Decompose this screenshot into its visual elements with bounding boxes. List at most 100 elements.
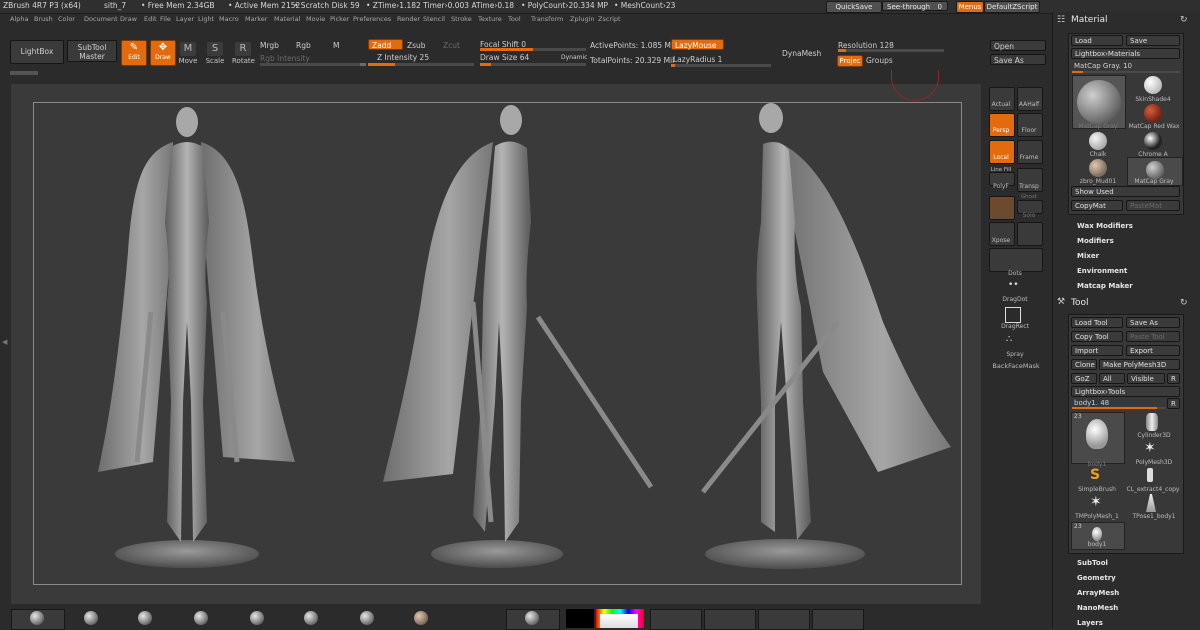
menu-file[interactable]: File [160,15,171,23]
brush-ball-icon-3[interactable] [138,611,152,625]
menus-button[interactable]: Menus [956,1,984,13]
modifiers-item[interactable]: Modifiers [1077,237,1114,245]
tmpolymesh-star-icon[interactable]: ✶ [1090,494,1102,510]
menu-render[interactable]: Render [397,15,420,23]
zcut-button[interactable]: Zcut [443,41,460,50]
scale-button[interactable]: S Scale [204,42,226,65]
camera-icon[interactable] [1017,222,1043,246]
material-refresh-icon[interactable]: ↻ [1180,15,1188,25]
rgb-intensity-slider[interactable] [260,63,366,66]
goz-all-button[interactable]: All [1099,373,1125,384]
material-ball-icon[interactable] [414,611,428,625]
menu-movie[interactable]: Movie [306,15,325,23]
simplebrush-icon[interactable]: S [1090,467,1100,483]
draw-size-label[interactable]: Draw Size 64 [480,53,529,62]
menu-edit[interactable]: Edit [144,15,157,23]
mixer-item[interactable]: Mixer [1077,252,1099,260]
resolution-slider[interactable] [838,49,944,52]
lazy-radius-label[interactable]: LazyRadius 1 [673,55,722,64]
backfacemask-button[interactable]: BackFaceMask [986,362,1046,370]
material-save-button[interactable]: Save [1126,35,1180,46]
copymat-button[interactable]: CopyMat [1071,200,1123,211]
see-through-slider[interactable]: See-through 0 [882,1,948,11]
dynamesh-button[interactable]: DynaMesh [782,49,821,58]
m-button[interactable]: M [333,41,339,50]
dragdot-icon[interactable]: •• [1008,280,1019,290]
spray-icon[interactable]: ∴ [1006,334,1012,345]
goz-r-button[interactable]: R [1167,373,1180,384]
edit-button[interactable]: ✎ Edit [121,40,147,66]
body1-thumb[interactable]: 23 [1071,412,1125,464]
polymesh3d-star-icon[interactable]: ✶ [1144,440,1156,456]
chrome-icon[interactable] [1144,132,1162,150]
project-button[interactable]: Projec [837,55,863,67]
default-zscript-button[interactable]: DefaultZScript [984,1,1040,13]
shelf-scroll-handle[interactable] [10,71,38,75]
wax-modifiers-item[interactable]: Wax Modifiers [1077,222,1133,230]
geometry-item[interactable]: Geometry [1077,574,1116,582]
red-wax-icon[interactable] [1144,104,1162,122]
zadd-button[interactable]: Zadd [368,39,403,50]
main-color-swatch[interactable] [566,609,594,628]
nanomesh-item[interactable]: NanoMesh [1077,604,1118,612]
make-polymesh-button[interactable]: Make PolyMesh3D [1099,359,1180,370]
left-tray-toggle-icon[interactable]: ◀ [2,338,7,346]
subtool-master-button[interactable]: SubTool Master [67,40,117,62]
brush-ball-icon-6[interactable] [304,611,318,625]
skinshade4-icon[interactable] [1144,76,1162,94]
dragrect-icon[interactable] [1005,307,1021,323]
material-preview-thumb[interactable] [1072,75,1126,129]
lightbox-materials-button[interactable]: Lightbox›Materials [1071,48,1180,59]
chalk-icon[interactable] [1089,132,1107,150]
subtool-item[interactable]: SubTool [1077,559,1108,567]
brush-ball-icon-7[interactable] [360,611,374,625]
lightbox-tools-button[interactable]: Lightbox›Tools [1071,386,1180,397]
arraymesh-item[interactable]: ArrayMesh [1077,589,1119,597]
tool-title[interactable]: Tool [1071,298,1088,308]
goz-visible-button[interactable]: Visible [1127,373,1165,384]
material-title[interactable]: Material [1071,15,1108,25]
rotate-button[interactable]: R Rotate [232,42,255,65]
tool-save-as-button[interactable]: Save As [1126,317,1180,328]
stroke-slot[interactable] [758,609,810,630]
tool-refresh-icon[interactable]: ↻ [1180,298,1188,308]
copy-tool-button[interactable]: Copy Tool [1071,331,1123,342]
brush-ball-icon-5[interactable] [250,611,264,625]
dots-button[interactable] [989,248,1043,272]
draw-button[interactable]: ✥ Draw [150,40,176,66]
lazy-radius-slider[interactable] [671,64,771,67]
menu-texture[interactable]: Texture [478,15,502,23]
paste-tool-button[interactable]: Paste Tool [1126,331,1180,342]
zsub-button[interactable]: Zsub [407,41,426,50]
mrgb-button[interactable]: Mrgb [260,41,279,50]
pastemat-button[interactable]: PasteMat [1126,200,1180,211]
quicksave-button[interactable]: QuickSave [826,1,882,13]
cylinder3d-icon[interactable] [1146,413,1158,431]
brush-ball-icon-4[interactable] [194,611,208,625]
rgb-intensity-label[interactable]: Rgb Intensity [260,54,310,63]
menu-transform[interactable]: Transform [531,15,563,23]
z-intensity-label[interactable]: Z Intensity 25 [377,53,429,62]
material-index-slider[interactable] [1072,71,1180,73]
menu-stroke[interactable]: Stroke [451,15,472,23]
menu-material[interactable]: Material [274,15,300,23]
save-as-button[interactable]: Save As [990,54,1046,65]
lazymouse-button[interactable]: LazyMouse [671,39,724,50]
layers-item[interactable]: Layers [1077,619,1103,627]
menu-tool[interactable]: Tool [508,15,521,23]
menu-alpha[interactable]: Alpha [10,15,28,23]
menu-color[interactable]: Color [58,15,75,23]
z-intensity-slider[interactable] [368,63,474,66]
open-button[interactable]: Open [990,40,1046,51]
tool-index-slider[interactable] [1072,407,1166,409]
draw-size-slider[interactable] [480,63,586,66]
alpha-slot[interactable] [650,609,702,630]
dynamic-button[interactable]: Dynamic [561,54,587,61]
ghost-button[interactable] [989,196,1015,220]
menu-layer[interactable]: Layer [176,15,194,23]
matcap-maker-item[interactable]: Matcap Maker [1077,282,1133,290]
color-picker[interactable] [596,609,644,628]
goz-button[interactable]: GoZ [1071,373,1097,384]
menu-light[interactable]: Light [198,15,214,23]
focal-shift-slider[interactable] [480,48,586,51]
